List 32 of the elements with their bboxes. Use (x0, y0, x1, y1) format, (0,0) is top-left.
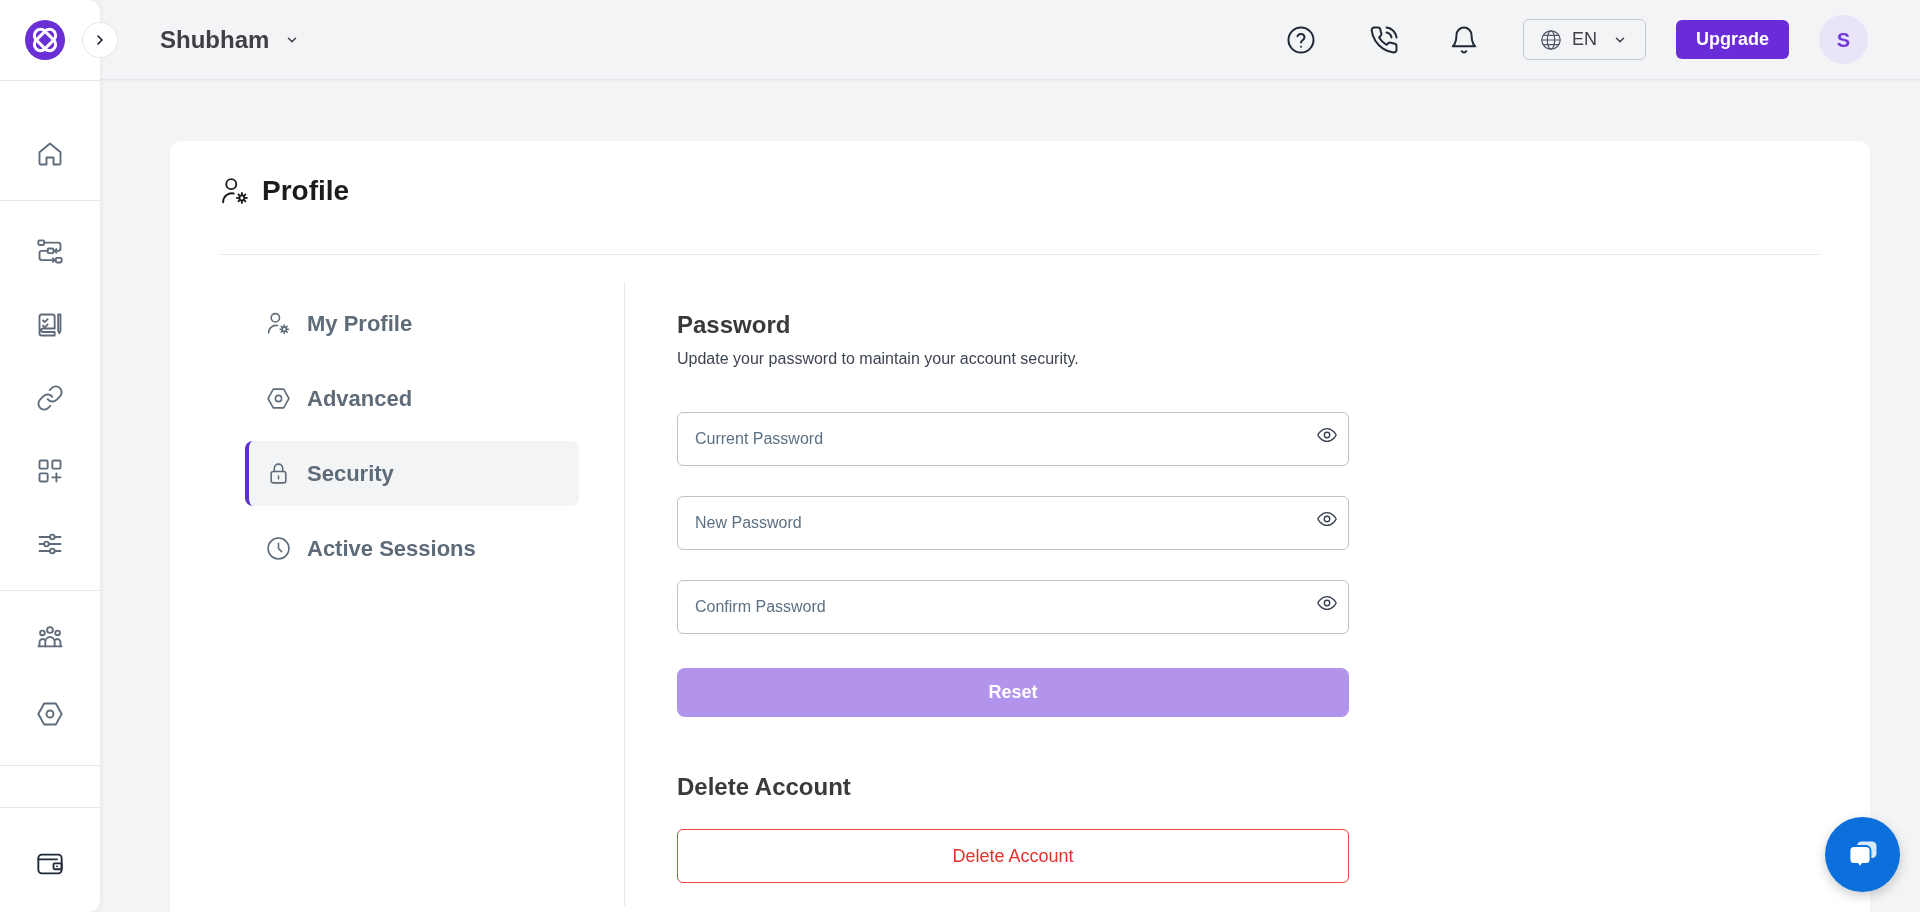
user-avatar[interactable]: S (1819, 15, 1868, 64)
grid-plus-icon[interactable] (36, 457, 64, 485)
home-icon[interactable] (36, 140, 64, 168)
upgrade-button[interactable]: Upgrade (1676, 20, 1789, 59)
password-field[interactable]: New Password (677, 496, 1349, 550)
user-settings-icon (266, 311, 291, 336)
profile-menu-item[interactable]: Security (245, 441, 579, 506)
profile-menu-item[interactable]: Active Sessions (245, 516, 579, 581)
user-settings-icon (220, 176, 250, 206)
phone-call-icon[interactable] (1369, 24, 1399, 55)
globe-icon (1540, 28, 1562, 51)
language-dropdown[interactable]: EN (1523, 19, 1646, 60)
help-icon[interactable] (1286, 24, 1316, 55)
password-field[interactable]: Confirm Password (677, 580, 1349, 634)
section-title: Delete Account (677, 772, 852, 802)
section-description: Update your password to maintain your account security. (677, 349, 1080, 369)
expand-button[interactable] (82, 22, 118, 58)
hex-nut-icon (266, 386, 291, 411)
section-title: Password (677, 310, 792, 340)
flowchart-icon[interactable] (36, 238, 64, 266)
hex-nut-icon[interactable] (36, 700, 64, 728)
bell-icon[interactable] (1449, 24, 1479, 55)
page-title: Profile (262, 175, 350, 207)
workspace-dropdown[interactable]: Shubham (160, 21, 300, 58)
profile-menu-item[interactable]: My Profile (245, 291, 579, 356)
profile-menu-item[interactable]: Advanced (245, 366, 579, 431)
clock-icon (266, 536, 291, 561)
delete-account-button[interactable]: Delete Account (677, 829, 1349, 883)
password-field[interactable]: Current Password (677, 412, 1349, 466)
checklist-icon[interactable] (36, 311, 64, 339)
logo-icon[interactable] (25, 20, 65, 60)
link-icon[interactable] (36, 384, 64, 412)
